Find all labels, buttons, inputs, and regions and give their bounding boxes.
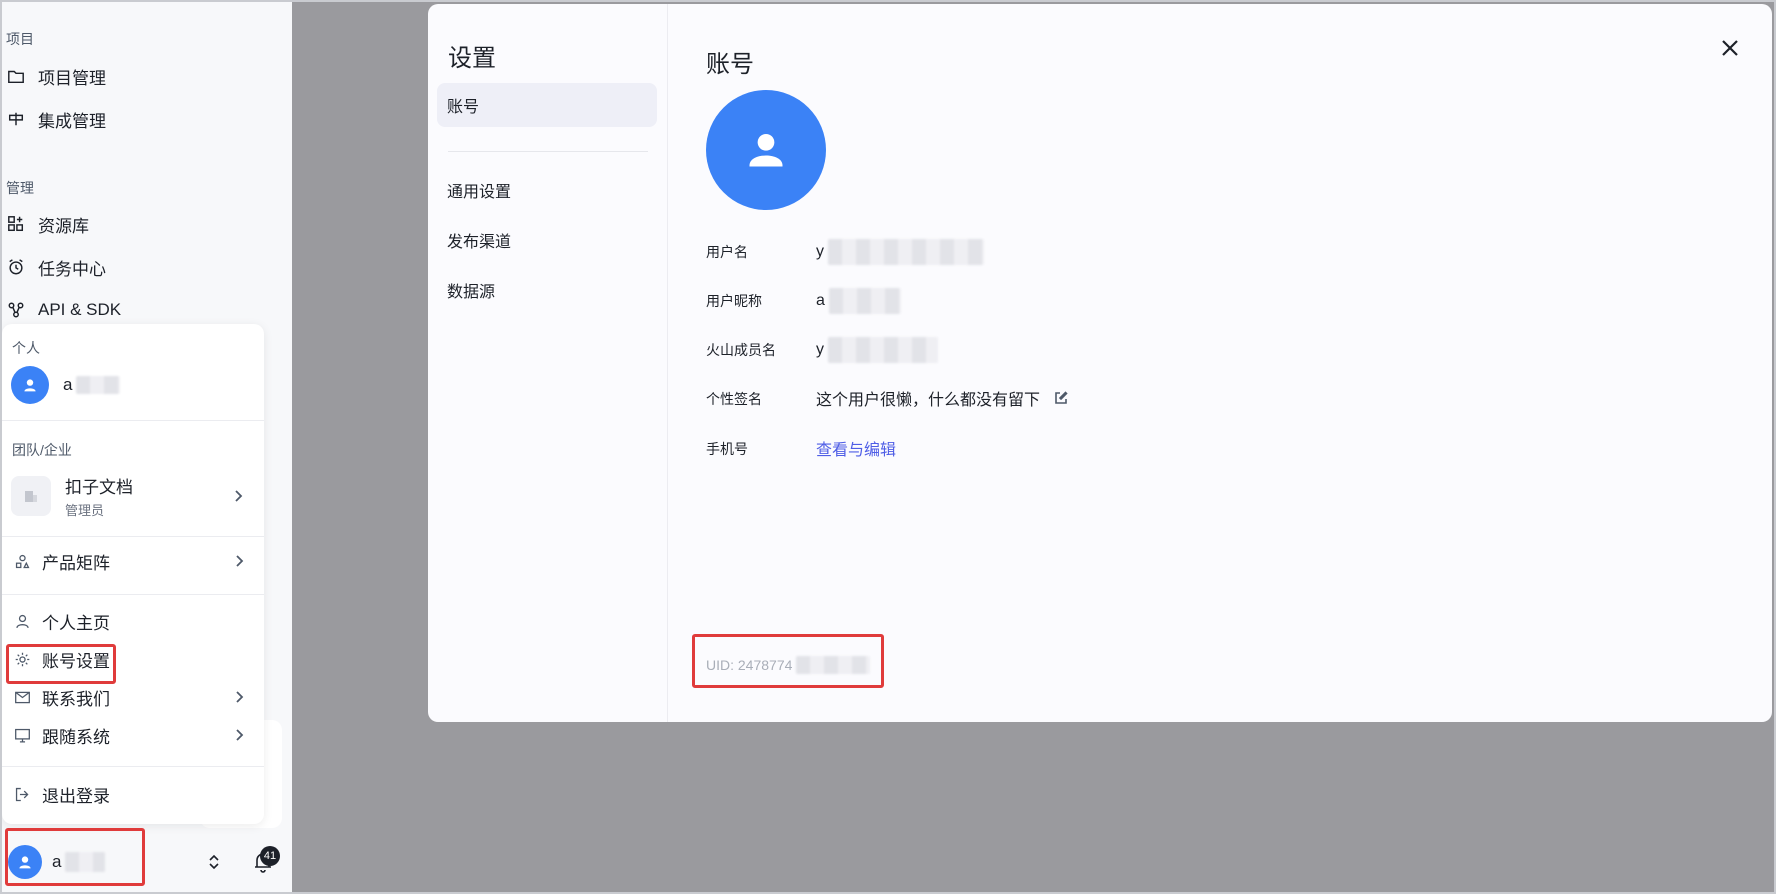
close-button[interactable] <box>1718 36 1742 60</box>
edit-icon[interactable] <box>1054 391 1068 405</box>
section-label-team: 团队/企业 <box>12 442 72 458</box>
user-name-text: a <box>52 852 62 871</box>
menu-item-follow-system[interactable]: 跟随系统 <box>12 719 252 751</box>
username-label: 用户名 <box>706 244 748 260</box>
settings-nav: 设置 账号 通用设置 发布渠道 数据源 <box>428 4 668 722</box>
settings-nav-publish-channels[interactable]: 发布渠道 <box>437 218 657 262</box>
nickname-value: a <box>816 288 901 314</box>
settings-nav-account[interactable]: 账号 <box>437 83 657 127</box>
menu-item-label: 联系我们 <box>42 689 110 709</box>
menu-item-label: 账号设置 <box>42 651 110 671</box>
nickname-text: a <box>816 292 825 309</box>
team-role: 管理员 <box>65 503 105 518</box>
redacted-text <box>828 337 938 363</box>
section-label-personal: 个人 <box>12 340 40 356</box>
redacted-text <box>828 239 984 265</box>
api-icon <box>6 300 26 320</box>
monitor-icon <box>12 725 32 745</box>
sidebar-item-label: 资源库 <box>38 216 89 236</box>
team-item[interactable]: 扣子文档 管理员 <box>11 472 251 520</box>
menu-item-contact-us[interactable]: 联系我们 <box>12 681 252 713</box>
username-value: y <box>816 239 984 265</box>
team-info: 扣子文档 管理员 <box>65 473 133 519</box>
volc-member-value: y <box>816 337 938 363</box>
shapes-icon <box>12 551 32 571</box>
team-name: 扣子文档 <box>65 478 133 497</box>
sidebar-item-api-sdk[interactable]: API & SDK <box>6 293 121 327</box>
gear-icon <box>12 649 32 669</box>
menu-item-label: 产品矩阵 <box>42 553 110 573</box>
sidebar-item-integration-management[interactable]: 集成管理 <box>6 102 106 136</box>
folder-icon <box>6 66 26 86</box>
menu-item-label: 跟随系统 <box>42 727 110 747</box>
signature-text: 这个用户很懒，什么都没有留下 <box>816 392 1041 409</box>
avatar <box>11 366 49 404</box>
notification-badge: 41 <box>260 846 280 866</box>
divider <box>2 536 264 537</box>
user-icon <box>19 856 31 869</box>
uid-label: UID: 2478774 <box>706 656 871 674</box>
menu-item-logout[interactable]: 退出登录 <box>12 778 252 810</box>
section-label-manage: 管理 <box>6 180 34 196</box>
phone-value: 查看与编辑 <box>816 436 896 460</box>
building-icon <box>11 476 51 516</box>
personal-account-item[interactable]: a <box>11 366 121 404</box>
username-text: y <box>816 243 824 260</box>
menu-item-profile[interactable]: 个人主页 <box>12 605 252 637</box>
sidebar-item-label: 任务中心 <box>38 259 106 279</box>
redacted-text <box>76 376 121 394</box>
account-menu: 个人 a 团队/企业 扣子文档 管理员 产品矩阵 个人主页 账号设置 联系我们 … <box>2 324 264 824</box>
redacted-text <box>796 656 871 674</box>
menu-item-account-settings[interactable]: 账号设置 <box>12 643 252 675</box>
divider <box>2 420 264 421</box>
close-icon <box>1722 40 1738 56</box>
sidebar-item-label: API & SDK <box>38 300 122 319</box>
volc-member-text: y <box>816 341 824 358</box>
divider <box>448 151 648 152</box>
integration-icon <box>6 109 26 129</box>
alarm-clock-icon <box>6 257 26 277</box>
chevron-right-icon <box>232 689 246 703</box>
chevron-right-icon <box>232 727 246 741</box>
volc-member-label: 火山成员名 <box>706 342 776 358</box>
personal-name-text: a <box>63 375 73 394</box>
chevron-right-icon <box>232 553 246 567</box>
logout-icon <box>12 784 32 804</box>
user-icon <box>24 379 36 392</box>
settings-nav-general[interactable]: 通用设置 <box>437 168 657 212</box>
menu-item-product-matrix[interactable]: 产品矩阵 <box>12 545 252 577</box>
chevron-right-icon <box>231 489 245 508</box>
user-name[interactable]: a <box>52 852 106 872</box>
redacted-text <box>828 288 901 314</box>
sidebar-item-resource-library[interactable]: 资源库 <box>6 207 89 241</box>
settings-title: 设置 <box>448 45 496 72</box>
sidebar-item-label: 项目管理 <box>38 68 106 88</box>
phone-label: 手机号 <box>706 441 748 457</box>
redacted-text <box>65 852 106 872</box>
section-label-project: 项目 <box>6 31 34 47</box>
grid-plus-icon <box>6 214 26 234</box>
nickname-label: 用户昵称 <box>706 293 762 309</box>
user-icon <box>749 133 783 167</box>
settings-modal: 设置 账号 通用设置 发布渠道 数据源 账号 用户名 y 用户昵称 a 火山成员… <box>428 4 1772 722</box>
menu-item-label: 退出登录 <box>42 786 110 806</box>
signature-label: 个性签名 <box>706 391 762 407</box>
sidebar-item-project-management[interactable]: 项目管理 <box>6 59 106 93</box>
personal-name: a <box>63 375 121 395</box>
account-avatar[interactable] <box>706 90 826 210</box>
divider <box>2 594 264 595</box>
uid-text: UID: 2478774 <box>706 657 793 673</box>
expand-collapse-icon[interactable] <box>206 852 222 872</box>
avatar[interactable] <box>8 845 42 879</box>
signature-value: 这个用户很懒，什么都没有留下 <box>816 386 1068 410</box>
mail-icon <box>12 687 32 707</box>
settings-nav-data-sources[interactable]: 数据源 <box>437 268 657 312</box>
sidebar-item-label: 集成管理 <box>38 111 106 131</box>
view-edit-phone-link[interactable]: 查看与编辑 <box>816 436 896 460</box>
user-outline-icon <box>12 611 32 631</box>
menu-item-label: 个人主页 <box>42 613 110 633</box>
divider <box>2 766 264 767</box>
sidebar-item-task-center[interactable]: 任务中心 <box>6 250 106 284</box>
account-title: 账号 <box>706 51 754 78</box>
